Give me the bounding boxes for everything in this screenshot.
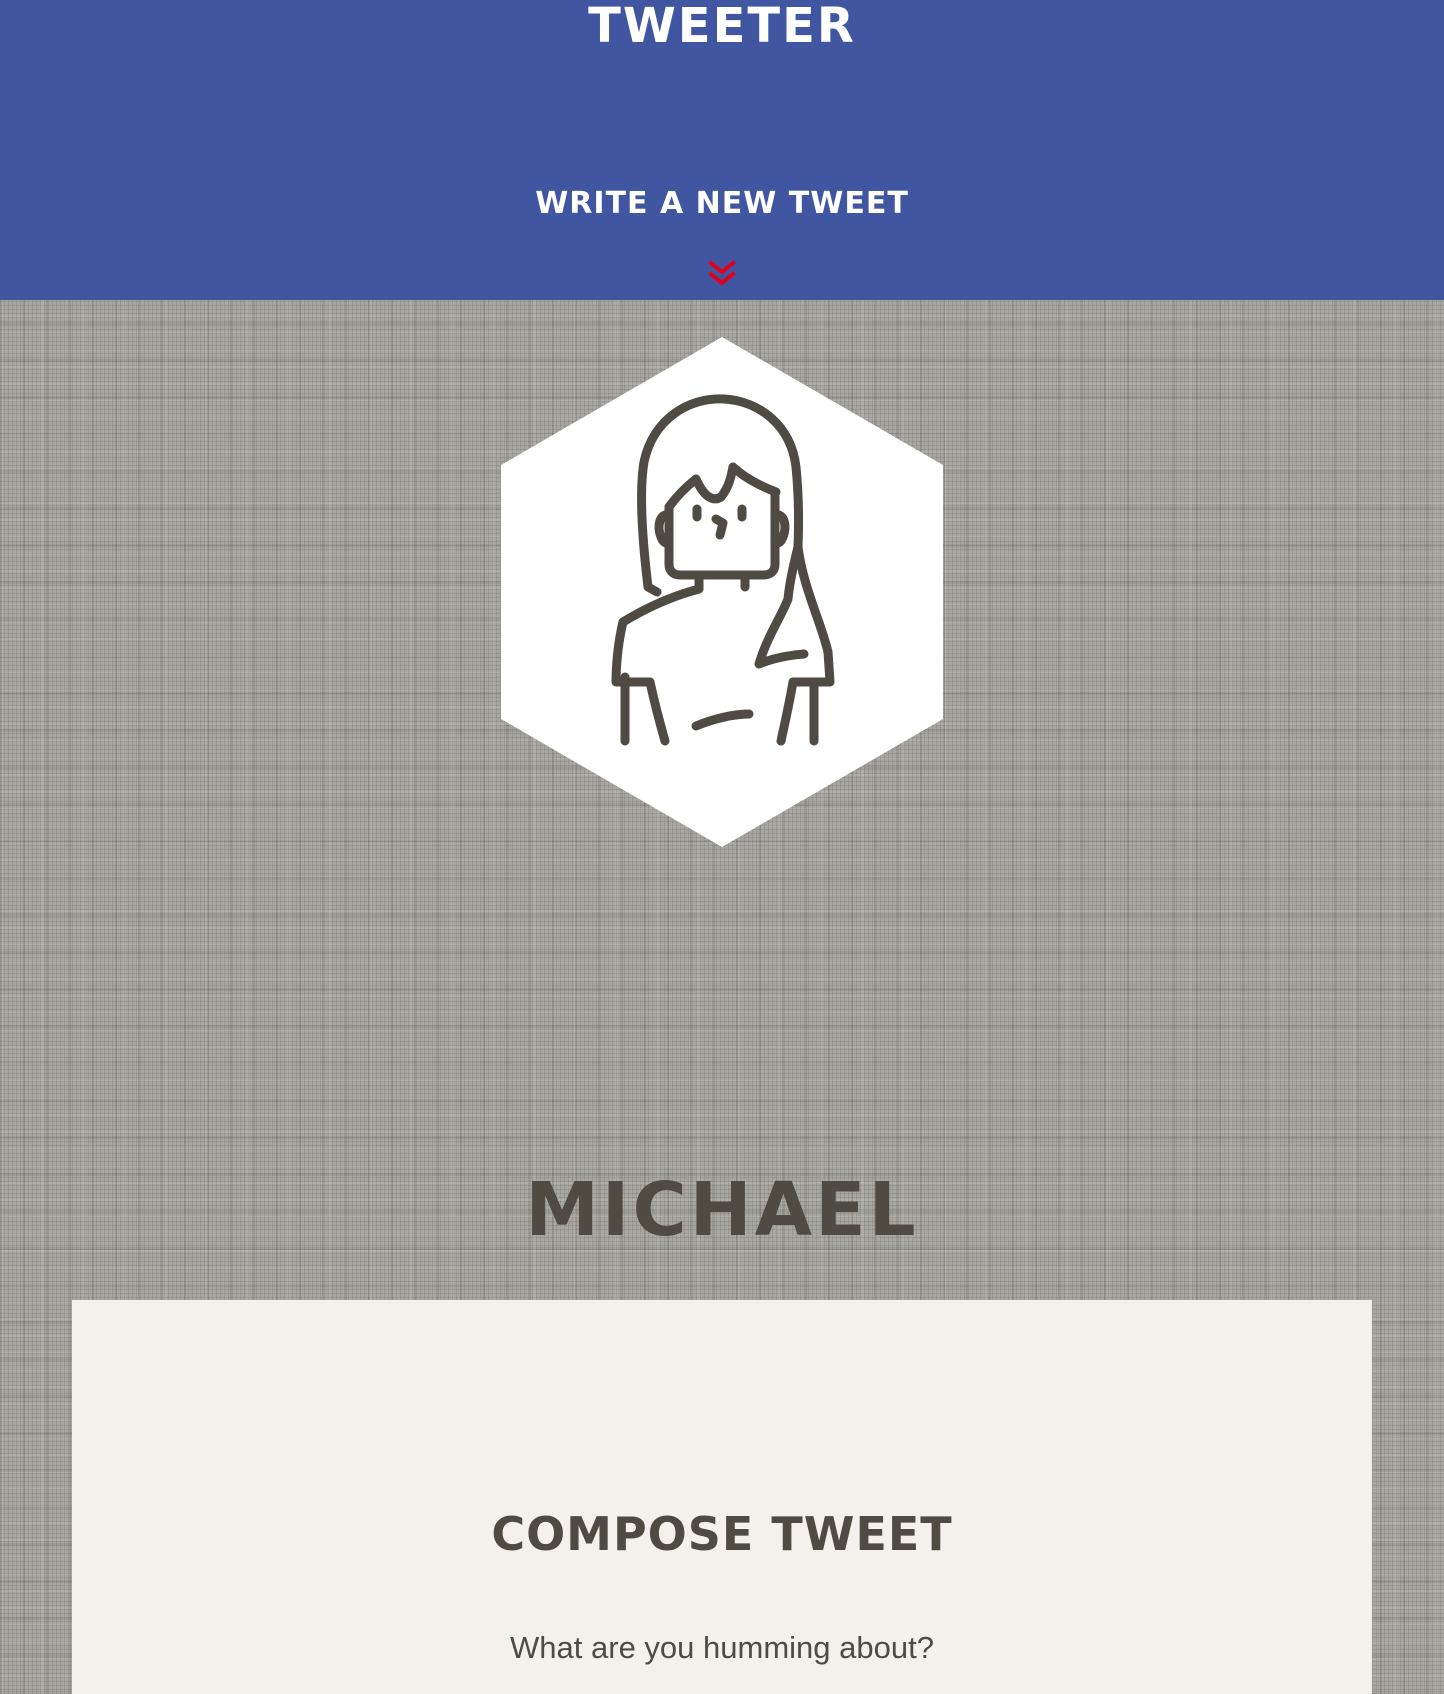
compose-tweet-panel: COMPOSE TWEET What are you humming about…	[72, 1300, 1372, 1694]
write-new-tweet-label: WRITE A NEW TWEET	[535, 186, 909, 221]
profile-username: MICHAEL	[525, 1166, 919, 1253]
double-chevron-down-icon[interactable]	[707, 260, 737, 290]
profile-section: MICHAEL	[0, 300, 1444, 1300]
user-avatar-icon	[501, 337, 943, 847]
compose-tweet-title: COMPOSE TWEET	[491, 1507, 953, 1562]
write-new-tweet-button[interactable]: WRITE A NEW TWEET	[0, 184, 1444, 286]
navbar: TWEETER WRITE A NEW TWEET	[0, 0, 1444, 300]
brand-title: TWEETER	[588, 0, 856, 54]
tweet-textarea-placeholder[interactable]: What are you humming about?	[72, 1628, 1372, 1668]
